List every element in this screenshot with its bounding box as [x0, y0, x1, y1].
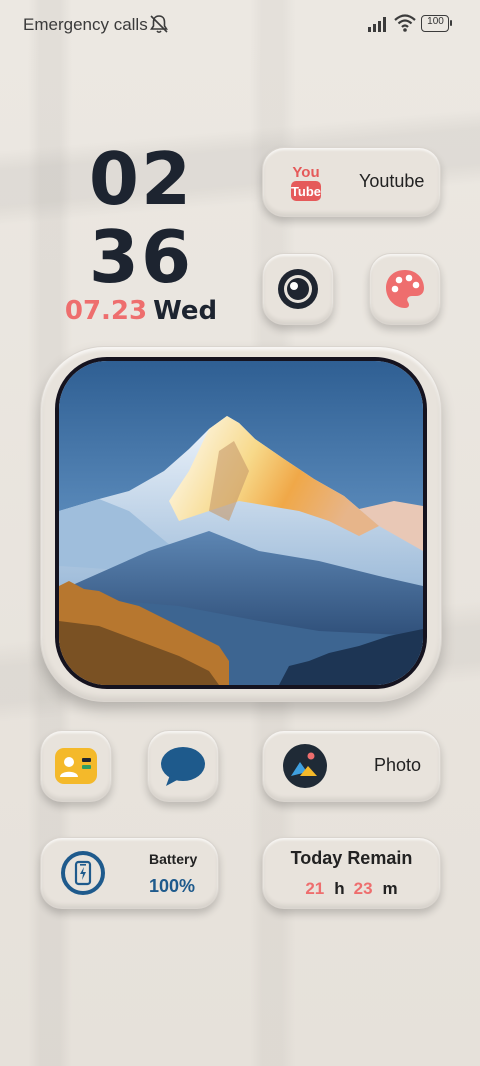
battery-icon: 100: [421, 15, 453, 32]
youtube-icon: You Tube: [291, 164, 321, 201]
status-bar: Emergency calls 100: [0, 0, 480, 48]
youtube-logo-top: You: [292, 164, 319, 181]
contacts-icon: [55, 748, 97, 784]
remain-hours: 21: [305, 879, 325, 898]
messages-app-tile[interactable]: [147, 730, 219, 802]
wifi-icon: [394, 14, 416, 32]
date-row: 07.23 Wed: [56, 296, 226, 326]
gallery-app-tile[interactable]: Photo: [262, 730, 441, 802]
camera-icon: [278, 269, 318, 309]
today-remain-widget[interactable]: Today Remain 21 h 23 m: [262, 837, 441, 909]
mountain-photo: [55, 357, 427, 689]
camera-app-tile[interactable]: [262, 253, 334, 325]
battery-widget-value: 100%: [149, 876, 196, 896]
clock-widget[interactable]: 02 36 07.23 Wed: [56, 140, 226, 326]
youtube-label: Youtube: [359, 171, 425, 191]
signal-icon: [368, 17, 386, 32]
mountain-image: [59, 361, 423, 685]
clock-hour: 02: [88, 137, 194, 221]
battery-widget-title: Battery: [149, 851, 198, 867]
battery-level-text: 100: [427, 16, 444, 27]
palette-icon: [386, 270, 424, 308]
youtube-app-tile[interactable]: You Tube Youtube: [262, 147, 441, 217]
remain-hours-unit: h: [334, 879, 345, 898]
remain-minutes-unit: m: [382, 879, 398, 898]
message-icon: [161, 747, 205, 786]
battery-widget[interactable]: Battery 100%: [40, 837, 219, 909]
photo-frame-widget[interactable]: [40, 346, 442, 702]
youtube-logo-bottom: Tube: [291, 184, 321, 199]
phone-battery-icon: [61, 851, 105, 895]
clock-minute: 36: [88, 215, 194, 299]
remain-minutes: 23: [353, 879, 373, 898]
today-remain-value: 21 h 23 m: [263, 879, 440, 899]
theme-app-tile[interactable]: [369, 253, 441, 325]
contacts-app-tile[interactable]: [40, 730, 112, 802]
carrier-text: Emergency calls: [23, 15, 148, 34]
weekday-text: Wed: [153, 296, 218, 326]
gallery-icon: [283, 744, 327, 788]
bell-off-icon: [150, 15, 168, 34]
gallery-label: Photo: [374, 755, 422, 775]
date-text: 07.23: [64, 296, 148, 326]
today-remain-title: Today Remain: [290, 848, 413, 868]
